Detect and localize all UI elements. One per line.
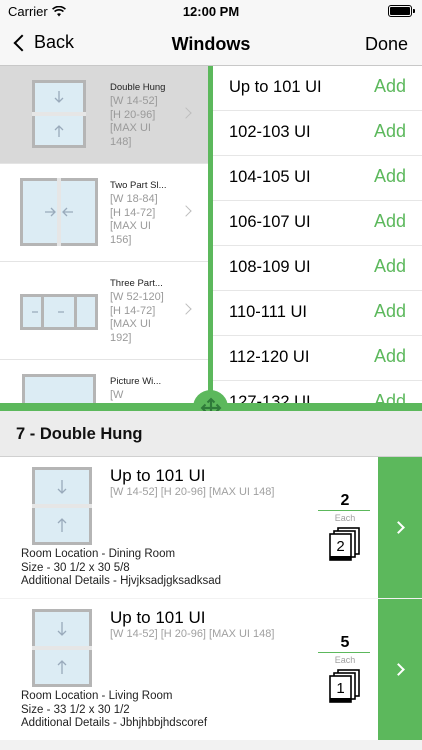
chevron-right-icon [391,521,405,534]
ui-range-label: 112-120 UI [229,348,310,366]
order-title: Up to 101 UI [110,608,206,627]
section-header: 7 - Double Hung [0,411,422,457]
copies-count: 1 [336,680,344,697]
ui-range-row[interactable]: 112-120 UI Add [213,336,422,381]
ui-range-label: 104-105 UI [229,168,311,186]
additional-details: Additional Details - Hjvjksadjgksadksad [21,575,222,587]
page-title: Windows [171,34,251,54]
double-hung-window-icon [32,80,86,148]
selection-area: Double Hung [W 14-52] [H 20-96] [MAX UI … [0,66,422,407]
navigation-bar: Back Windows Done [0,22,422,66]
quantity-underline [318,510,370,511]
add-button[interactable]: Add [374,256,406,277]
window-type-list[interactable]: Double Hung [W 14-52] [H 20-96] [MAX UI … [0,66,208,407]
window-type-name: Three Part... [110,278,163,289]
done-button[interactable]: Done [365,34,408,55]
order-detail-button[interactable] [378,457,422,598]
window-type-dims: [W [110,389,124,401]
ui-range-row[interactable]: Up to 101 UI Add [213,66,422,111]
window-type-name: Two Part Sl... [110,180,166,191]
ui-range-row[interactable]: 104-105 UI Add [213,156,422,201]
window-type-dims: [W 52-120] [H 14-72] [MAX UI 192] [110,291,164,344]
chevron-right-icon [180,303,192,315]
quantity-underline [318,652,370,653]
ui-range-label: Up to 101 UI [229,78,322,96]
ui-range-row[interactable]: 106-107 UI Add [213,201,422,246]
order-quantity: 2 [340,492,350,509]
chevron-right-icon [180,107,192,119]
chevron-right-icon [180,205,192,217]
order-details: Room Location - Dining Room Size - 30 1/… [21,548,221,589]
ui-range-label: 110-111 UI [229,303,307,321]
window-type-name: Double Hung [110,82,166,93]
room-location: Room Location - Living Room [21,690,173,702]
window-type-item[interactable]: Picture Wi... [W [0,360,208,407]
status-time: 12:00 PM [182,4,240,19]
window-type-dims: [W 14-52] [H 20-96] [MAX UI 148] [110,95,158,148]
each-label: Each [334,513,356,523]
window-size: Size - 33 1/2 x 30 1/2 [21,703,130,716]
ui-range-row[interactable]: 110-111 UI Add [213,291,422,336]
three-part-window-icon [20,294,98,330]
window-type-dims: [W 18-84] [H 14-72] [MAX UI 156] [110,193,158,246]
copies-count: 2 [336,538,344,555]
window-size: Size - 30 1/2 x 30 5/8 [21,561,130,574]
window-type-name: Picture Wi... [110,376,162,387]
add-button[interactable]: Add [374,211,406,232]
ui-range-label: 108-109 UI [229,258,311,276]
chevron-right-icon [391,663,405,676]
order-quantity: 5 [340,634,350,651]
room-location: Room Location - Dining Room [21,548,176,560]
order-item[interactable]: Up to 101 UI [W 14-52] [H 20-96] [MAX UI… [0,599,422,740]
add-button[interactable]: Add [374,121,406,142]
copies-icon[interactable]: 2 [329,527,361,561]
add-button[interactable]: Add [374,346,406,367]
two-part-slider-window-icon [20,178,98,246]
ui-range-row[interactable]: 108-109 UI Add [213,246,422,291]
battery-icon [388,5,415,17]
ui-range-label: 106-107 UI [229,213,311,231]
add-button[interactable]: Add [374,301,406,322]
additional-details: Additional Details - Jbhjhbbjhdscoref [21,717,208,729]
order-item[interactable]: Up to 101 UI [W 14-52] [H 20-96] [MAX UI… [0,457,422,598]
ui-range-label: 102-103 UI [229,123,311,141]
double-hung-window-icon [32,467,92,545]
order-details: Room Location - Living Room Size - 33 1/… [21,690,207,731]
double-hung-window-icon [32,609,92,687]
ui-range-row[interactable]: 102-103 UI Add [213,111,422,156]
order-dims: [W 14-52] [H 20-96] [MAX UI 148] [110,486,275,498]
picture-window-icon [22,374,96,407]
status-bar: Carrier 12:00 PM [0,0,422,22]
window-type-item[interactable]: Double Hung [W 14-52] [H 20-96] [MAX UI … [0,66,208,164]
add-button[interactable]: Add [374,76,406,97]
add-button[interactable]: Add [374,166,406,187]
order-detail-button[interactable] [378,599,422,740]
order-dims: [W 14-52] [H 20-96] [MAX UI 148] [110,628,275,640]
window-type-item[interactable]: Two Part Sl... [W 18-84] [H 14-72] [MAX … [0,164,208,262]
order-title: Up to 101 UI [110,466,206,485]
order-list[interactable]: Up to 101 UI [W 14-52] [H 20-96] [MAX UI… [0,457,422,750]
each-label: Each [334,655,356,665]
section-title: 7 - Double Hung [16,425,143,443]
window-type-item[interactable]: Three Part... [W 52-120] [H 14-72] [MAX … [0,262,208,360]
ui-range-list[interactable]: Up to 101 UI Add 102-103 UI Add 104-105 … [213,66,422,407]
copies-icon[interactable]: 1 [329,669,361,703]
